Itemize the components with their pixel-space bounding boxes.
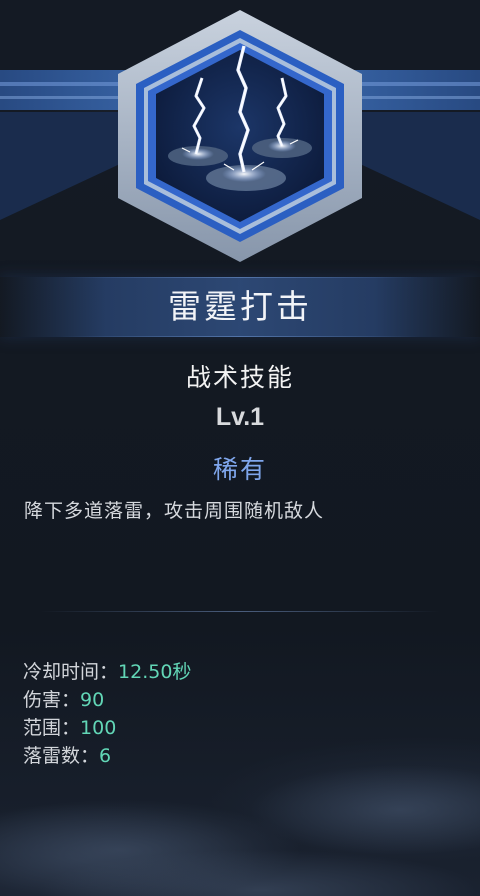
skill-emblem-icon [118, 10, 362, 262]
skill-rarity-badge: 稀有 [212, 455, 267, 484]
skill-level: Lv.1 [215, 403, 265, 431]
skill-type: 战术技能 [185, 363, 294, 392]
skill-name: 雷霆打击 [168, 287, 312, 326]
skill-title-banner: 雷霆打击 [0, 277, 480, 337]
stat-label: 冷却时间 [23, 661, 100, 683]
skill-detail-screen: 雷霆打击 战术技能 Lv.1 稀有 降下多道落雷，攻击周围随机敌人 冷却时间：1… [0, 0, 480, 896]
section-divider [40, 611, 440, 612]
stat-row-cooldown: 冷却时间：12.50秒 [23, 658, 191, 686]
stat-value: 12.50秒 [118, 661, 192, 683]
skill-description: 降下多道落雷，攻击周围随机敌人 [24, 500, 325, 522]
background-clouds [0, 765, 480, 896]
stat-separator: ： [99, 661, 119, 683]
